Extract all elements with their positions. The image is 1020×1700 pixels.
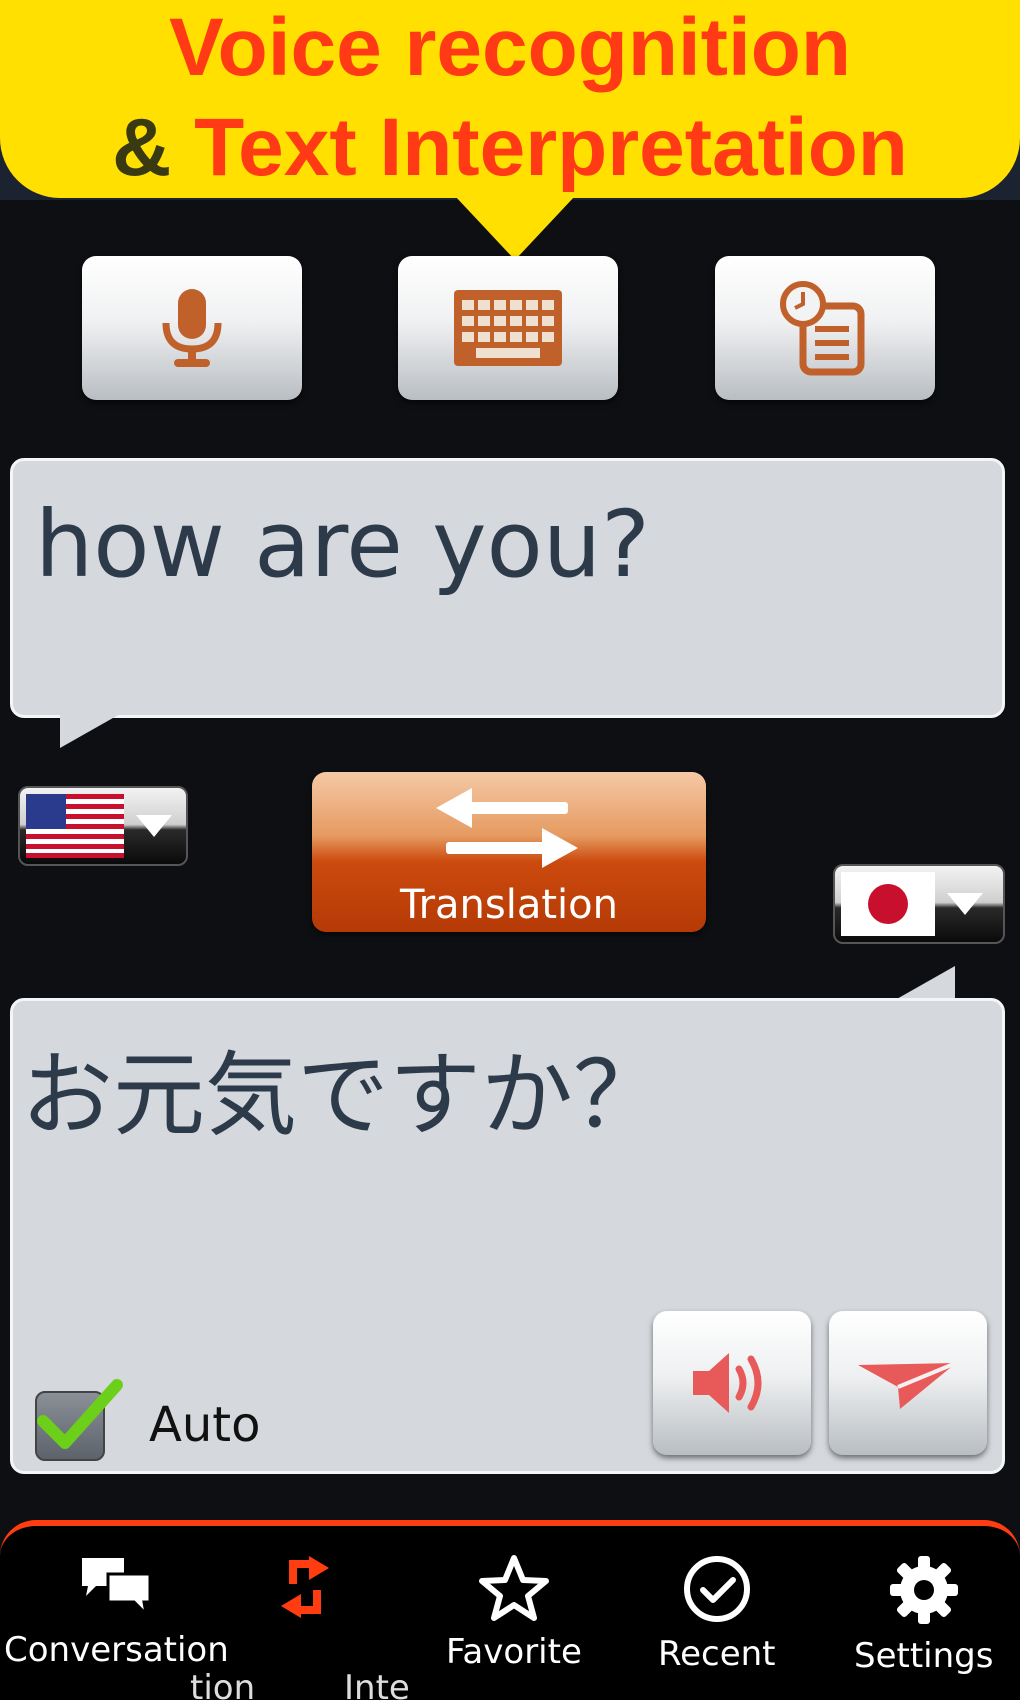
history-mode-button[interactable] <box>715 256 935 400</box>
source-bubble-tail <box>60 714 120 748</box>
nav-item-recent[interactable]: Recent <box>658 1554 776 1674</box>
chevron-down-icon <box>947 893 983 915</box>
target-bubble-tail <box>895 966 955 1000</box>
translation-label: Translation <box>400 882 618 928</box>
us-flag-icon <box>26 794 124 858</box>
keyboard-mode-button[interactable] <box>398 256 618 400</box>
paper-plane-icon <box>858 1361 957 1409</box>
callout-bubble: Voice recognition & Text Interpretation <box>0 0 1020 198</box>
japan-flag-icon <box>841 872 935 936</box>
translation-button[interactable]: Translation <box>312 772 706 932</box>
gear-icon <box>889 1556 958 1624</box>
banner-title-line2: & Text Interpretation <box>0 100 1020 196</box>
target-text-box: お元気ですか？ Auto <box>10 998 1005 1474</box>
speak-button[interactable] <box>653 1311 811 1455</box>
target-language-selector[interactable] <box>833 864 1005 944</box>
callout-pointer <box>455 196 575 260</box>
chevron-down-icon <box>136 815 172 837</box>
nav-ghost-label-a: tion <box>190 1668 256 1700</box>
source-text: how are you? <box>35 491 650 598</box>
banner-ampersand: & <box>112 102 172 193</box>
nav-label-recent: Recent <box>658 1634 776 1674</box>
auto-checkbox[interactable] <box>35 1379 123 1461</box>
chat-bubbles-icon <box>82 1558 152 1619</box>
banner-title-line1: Voice recognition <box>169 2 851 93</box>
voice-mode-button[interactable] <box>82 256 302 400</box>
swap-arrows-icon <box>281 1556 329 1618</box>
nav-label-favorite: Favorite <box>446 1632 582 1672</box>
microphone-icon <box>162 289 222 367</box>
keyboard-icon <box>454 290 562 366</box>
nav-label-settings: Settings <box>854 1636 994 1676</box>
nav-label-conversation: Conversation <box>4 1630 229 1670</box>
banner-title-rest: Text Interpretation <box>171 102 908 193</box>
checkmark-icon <box>37 1379 123 1449</box>
header-banner: Voice recognition & Text Interpretation <box>0 0 1020 200</box>
check-circle-icon <box>683 1556 750 1622</box>
translated-text: お元気ですか？ <box>21 1042 666 1149</box>
nav-item-interpretation[interactable] <box>270 1554 340 1630</box>
nav-ghost-label-b: Inte <box>344 1668 410 1700</box>
nav-item-favorite[interactable]: Favorite <box>446 1554 582 1672</box>
swap-arrows-icon <box>436 788 578 868</box>
source-language-selector[interactable] <box>18 786 188 866</box>
nav-item-settings[interactable]: Settings <box>854 1554 993 1676</box>
nav-item-conversation[interactable]: Conversation <box>4 1554 229 1670</box>
clipboard-history-icon <box>780 281 865 376</box>
send-button[interactable] <box>829 1311 987 1455</box>
source-text-box[interactable]: how are you? <box>10 458 1005 718</box>
star-icon <box>478 1555 549 1621</box>
bottom-navigation: tion Inte Conversation Favorite Recent S… <box>0 1520 1020 1700</box>
speaker-icon <box>693 1353 762 1413</box>
auto-label: Auto <box>149 1397 261 1453</box>
